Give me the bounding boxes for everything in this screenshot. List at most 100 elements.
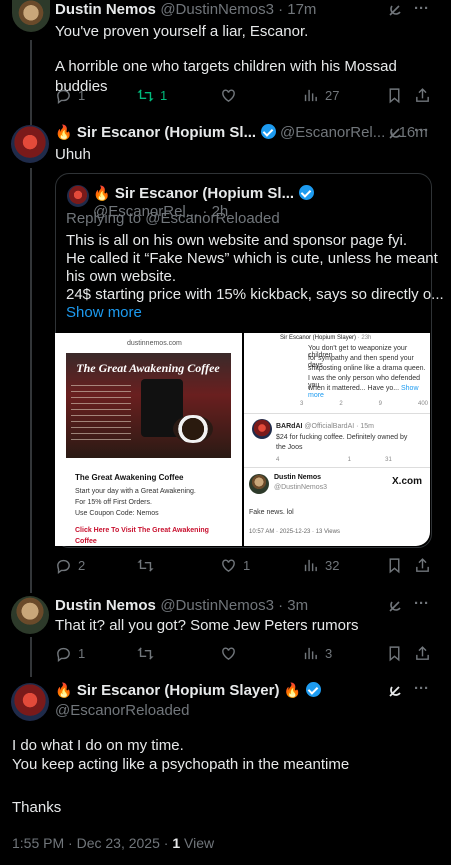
share-icon: [416, 558, 429, 572]
post-timestamp[interactable]: 1:55 PM · Dec 23, 2025 · 1 View: [12, 835, 214, 851]
reply-button[interactable]: 1: [55, 87, 85, 104]
like-button[interactable]: [220, 87, 237, 104]
reply-count: 1: [78, 88, 86, 103]
more-icon[interactable]: ···: [414, 595, 429, 612]
bookmark-button[interactable]: [386, 557, 403, 574]
author-handle[interactable]: @EscanorRel... · 16m: [280, 124, 428, 141]
like-button[interactable]: [220, 645, 237, 662]
fire-icon: 🔥: [55, 682, 73, 698]
more-icon[interactable]: ···: [414, 680, 429, 697]
avatar[interactable]: [12, 0, 50, 32]
author-handle[interactable]: @DustinNemos3 · 17m: [160, 1, 316, 18]
reply-icon: [57, 559, 70, 574]
views-button[interactable]: 3: [302, 645, 332, 662]
more-icon[interactable]: ···: [414, 122, 429, 139]
ss-bard-header: BARdAI @OfficialBardAI · 15m: [276, 423, 375, 430]
ss-stamp: 10:57 AM · 2025-12-23 · 13 Views: [249, 529, 340, 535]
ad-line: Use Coupon Code: Nemos: [75, 510, 159, 517]
banner-text-lines: [71, 385, 131, 445]
post-text: Uhuh: [55, 146, 91, 163]
repost-button[interactable]: [137, 645, 154, 662]
reply-button[interactable]: 2: [55, 557, 85, 574]
ss-time: · 23h: [357, 335, 372, 341]
more-icon[interactable]: ···: [414, 0, 429, 17]
ad-line: Start your day with a Great Awakening.: [75, 488, 196, 495]
coffee-cup-icon: [173, 415, 213, 443]
author-name[interactable]: Sir Escanor (Hopium Slayer): [77, 682, 280, 699]
fire-icon: 🔥: [93, 185, 111, 201]
post-text: You've proven yourself a liar, Escanor.: [55, 23, 309, 40]
quote-line: This is all on his own website and spons…: [66, 232, 408, 249]
site-url: dustinnemos.com: [127, 340, 182, 347]
views-count: 3: [325, 646, 333, 661]
views-icon: [304, 647, 317, 660]
quote-line: 24$ starting price with 15% kickback, sa…: [66, 286, 444, 303]
fire-icon: 🔥: [283, 682, 302, 698]
view-label: View: [184, 835, 215, 851]
repost-count: 1: [160, 88, 168, 103]
reply-count: 1: [78, 646, 86, 661]
views-button[interactable]: 27: [302, 87, 339, 104]
reply-icon: [57, 647, 70, 662]
thread-line: [30, 168, 32, 593]
author-name[interactable]: Dustin Nemos: [55, 1, 156, 18]
avatar[interactable]: [11, 596, 49, 634]
verified-badge-icon: [305, 682, 321, 697]
post-header: Dustin Nemos @DustinNemos3 · 3m: [55, 597, 308, 615]
views-button[interactable]: 32: [302, 557, 339, 574]
avatar: [249, 474, 269, 494]
ss-text: the Joos: [276, 444, 303, 451]
grok-icon[interactable]: [387, 126, 403, 142]
repost-button[interactable]: 1: [137, 87, 167, 104]
reply-button[interactable]: 1: [55, 645, 85, 662]
post-text: Thanks: [12, 799, 62, 816]
verified-badge-icon: [260, 124, 276, 139]
share-button[interactable]: [414, 557, 431, 574]
avatar: [252, 419, 272, 439]
share-button[interactable]: [414, 645, 431, 662]
avatar[interactable]: [11, 683, 49, 721]
ss-text: shitposting online like a drama queen.: [308, 365, 426, 372]
ss-dn-name: Dustin Nemos: [274, 474, 322, 481]
heart-icon: [222, 89, 235, 103]
author-name[interactable]: Sir Escanor (Hopium Sl...: [77, 124, 256, 141]
ss-author: Sir Escanor (Hopium Slayer): [280, 335, 357, 341]
thread-line: [30, 40, 32, 125]
show-more-link[interactable]: Show more: [66, 303, 142, 323]
views-count: 32: [325, 558, 340, 573]
bookmark-icon: [389, 558, 400, 574]
reply-count: 2: [78, 558, 86, 573]
quote-line: his own website.: [66, 268, 177, 285]
reply-icon: [57, 89, 70, 104]
share-icon: [416, 88, 429, 102]
like-count: 1: [243, 558, 251, 573]
bookmark-icon: [389, 646, 400, 662]
post-text: I do what I do on my time.: [12, 737, 184, 754]
ss-text: $24 for fucking coffee. Definitely owned…: [276, 434, 408, 441]
share-button[interactable]: [414, 87, 431, 104]
ss-divider: [244, 467, 430, 468]
ss-fake: Fake news. lol: [249, 509, 294, 516]
fire-icon: 🔥: [55, 124, 73, 140]
ss-xcom: X.com: [392, 476, 423, 487]
repost-button[interactable]: [137, 557, 154, 574]
ad-title: The Great Awakening Coffee: [75, 473, 184, 482]
author-handle[interactable]: @DustinNemos3 · 3m: [160, 597, 308, 614]
banner-title: The Great Awakening Coffee: [76, 361, 220, 375]
grok-icon[interactable]: [387, 3, 403, 19]
author-name[interactable]: Dustin Nemos: [55, 597, 156, 614]
quote-line: He called it “Fake News” which is cute, …: [66, 250, 438, 267]
ss-dn-handle: @DustinNemos3: [274, 484, 328, 491]
grok-icon[interactable]: [387, 599, 403, 615]
bookmark-button[interactable]: [386, 87, 403, 104]
bookmark-button[interactable]: [386, 645, 403, 662]
thread-line: [30, 637, 32, 677]
thread-screenshot-image[interactable]: Sir Escanor (Hopium Slayer) · 23h You do…: [244, 333, 430, 546]
heart-icon: [222, 647, 235, 661]
like-button[interactable]: 1: [220, 557, 250, 574]
grok-icon[interactable]: [387, 684, 403, 700]
author-handle[interactable]: @EscanorReloaded: [55, 702, 189, 719]
avatar[interactable]: [11, 125, 49, 163]
post-text: You keep acting like a psychopath in the…: [12, 756, 350, 773]
coffee-ad-image[interactable]: dustinnemos.com The Great Awakening Coff…: [55, 333, 242, 546]
